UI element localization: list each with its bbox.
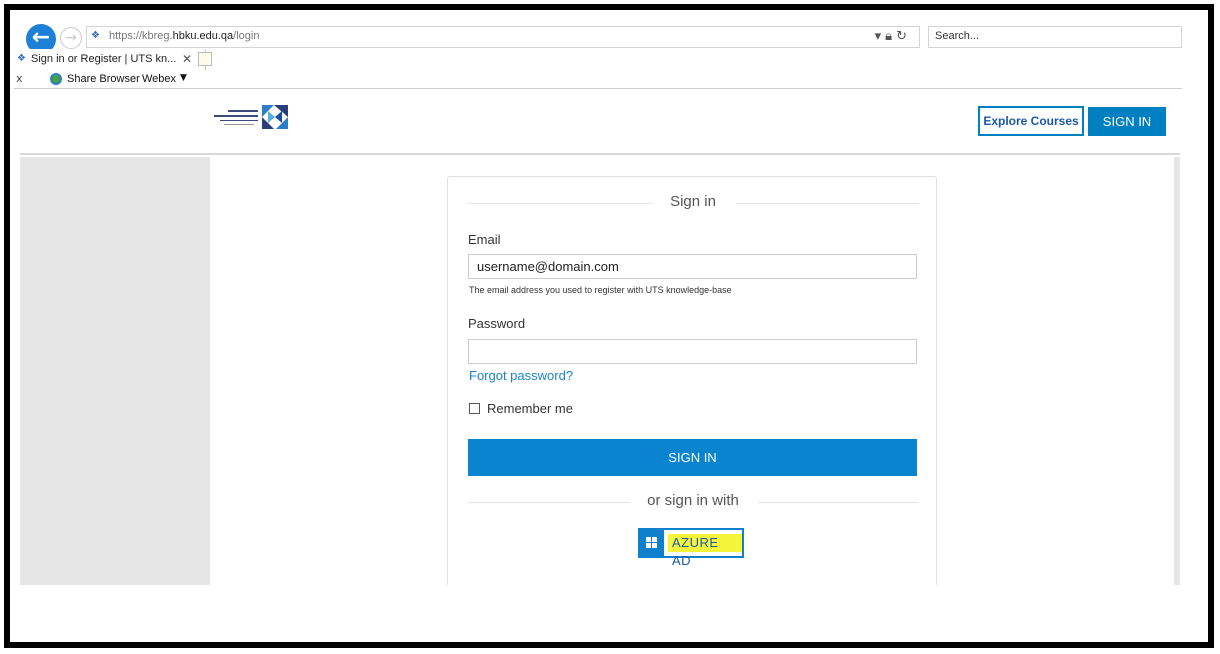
page-footer-area: [20, 585, 1180, 635]
explore-courses-button[interactable]: Explore Courses: [978, 106, 1084, 136]
search-placeholder: Search...: [935, 30, 980, 42]
logo-wordmark: [214, 107, 260, 137]
new-tab-icon[interactable]: [198, 52, 212, 66]
share-browser-link[interactable]: Share Browser: [67, 73, 140, 85]
tab-favicon-icon: ❖: [17, 53, 26, 64]
remember-me-label[interactable]: Remember me: [487, 401, 573, 416]
dropdown-caret-icon[interactable]: ▼: [180, 73, 187, 83]
tab-close-icon[interactable]: ✕: [182, 52, 192, 66]
password-field[interactable]: [468, 339, 917, 364]
header-sign-in-button[interactable]: SIGN IN: [1088, 107, 1166, 136]
site-header: Explore Courses SIGN IN: [20, 89, 1180, 155]
sign-in-button[interactable]: SIGN IN: [468, 439, 917, 476]
sign-in-heading: Sign in: [468, 193, 918, 213]
email-help-text: The email address you used to register w…: [469, 285, 732, 295]
windows-logo-icon: [640, 530, 664, 556]
logo-mark-icon: [262, 105, 288, 129]
alt-sign-in-heading: or sign in with: [468, 492, 918, 512]
azure-ad-button[interactable]: AZURE AD: [638, 528, 744, 568]
left-side-panel: [20, 157, 210, 585]
remember-me-checkbox[interactable]: [469, 403, 480, 414]
dropdown-caret-icon[interactable]: ▾: [875, 29, 886, 44]
lock-icon[interactable]: 🔒︎: [885, 29, 896, 44]
email-field[interactable]: [468, 254, 917, 279]
share-browser-icon: [50, 73, 62, 85]
azure-ad-label: AZURE AD: [668, 534, 742, 568]
favorites-bar: x Share Browser Webex ▼: [14, 71, 1182, 89]
address-bar-actions: ▾🔒︎↻: [875, 29, 911, 44]
refresh-icon[interactable]: ↻: [896, 29, 911, 44]
forward-arrow-icon[interactable]: →: [60, 27, 82, 49]
browser-search-input[interactable]: Search...: [928, 26, 1182, 48]
tab-strip: ❖ Sign in or Register | UTS kn... ✕: [14, 49, 1182, 71]
hbku-logo[interactable]: [214, 103, 290, 141]
sign-in-card: Sign in Email The email address you used…: [447, 176, 937, 596]
email-label: Email: [468, 232, 501, 247]
alt-sign-in-text: or sign in with: [647, 492, 739, 509]
address-bar[interactable]: ❖ https://kbreg.hbku.edu.qa/login ▾🔒︎↻: [86, 26, 920, 48]
right-side-panel: [1174, 157, 1180, 585]
page-title: Sign in: [670, 193, 716, 210]
favorites-close-icon[interactable]: x: [16, 72, 23, 85]
url-text[interactable]: https://kbreg.hbku.edu.qa/login: [109, 30, 259, 42]
tab-title: Sign in or Register | UTS kn...: [31, 53, 177, 65]
password-label: Password: [468, 316, 526, 331]
forgot-password-link[interactable]: Forgot password?: [469, 368, 573, 383]
webex-menu[interactable]: Webex: [142, 73, 176, 85]
tab-active[interactable]: ❖ Sign in or Register | UTS kn... ✕: [14, 49, 206, 71]
site-favicon-icon: ❖: [91, 30, 100, 41]
